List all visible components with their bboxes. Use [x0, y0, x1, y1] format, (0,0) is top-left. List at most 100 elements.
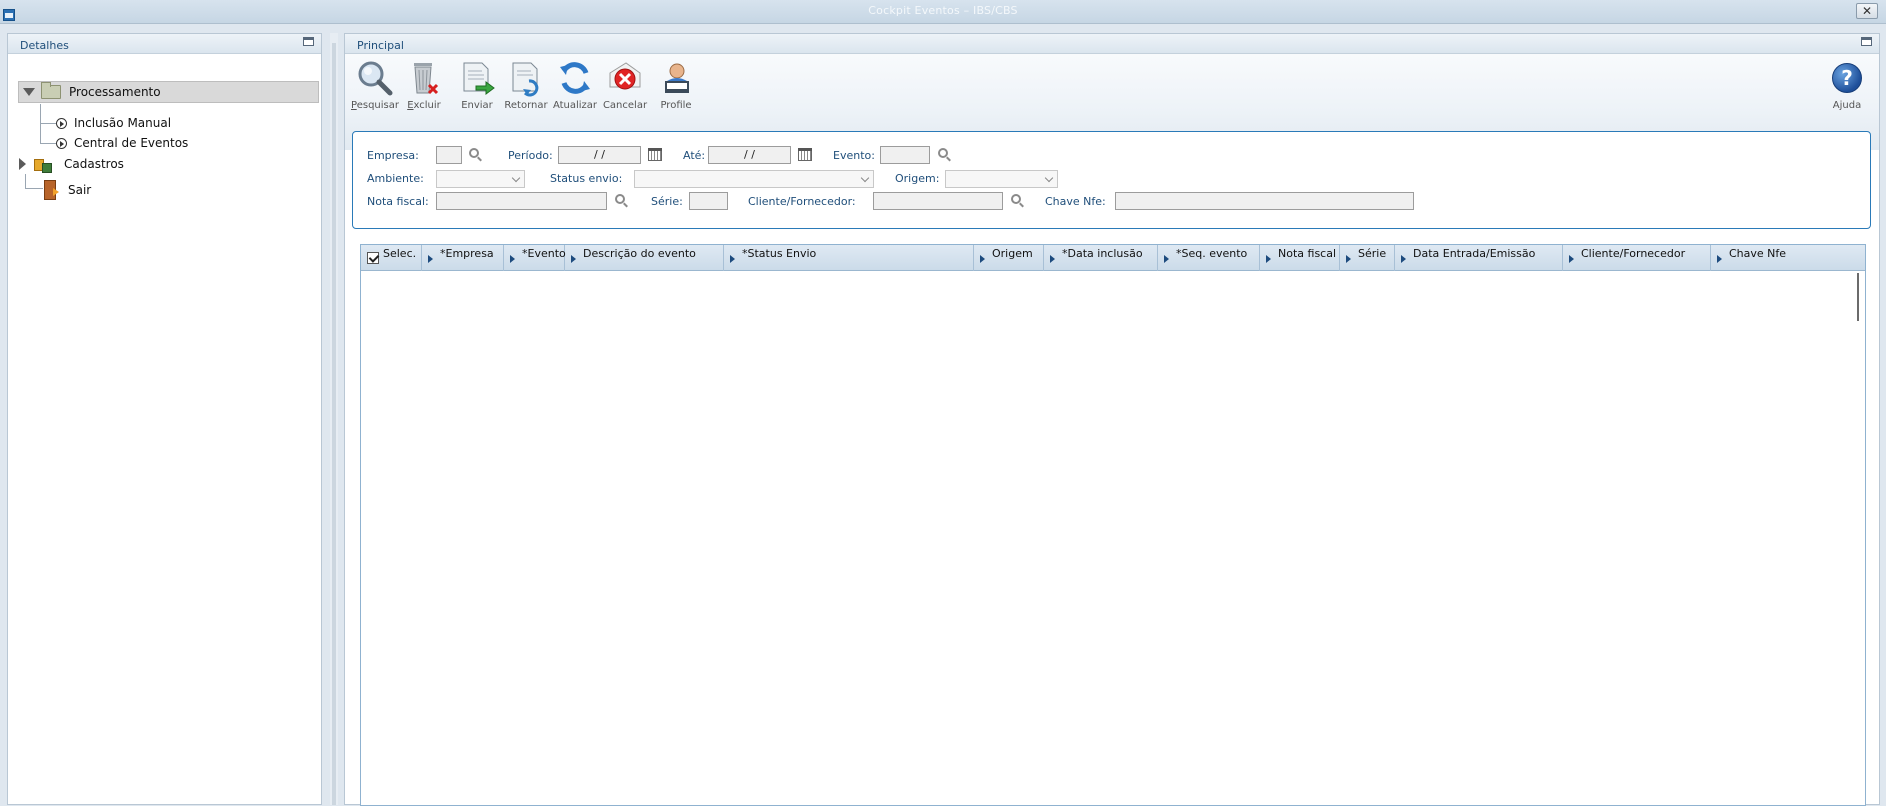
- column-cliente-fornecedor[interactable]: Cliente/Fornecedor: [1563, 245, 1711, 271]
- tree-item-label: Sair: [68, 183, 92, 197]
- return-document-icon: [507, 59, 545, 97]
- evento-input[interactable]: [880, 146, 930, 164]
- enviar-button[interactable]: Enviar: [452, 59, 502, 111]
- column-serie[interactable]: Série: [1340, 245, 1395, 271]
- chevron-down-icon: [511, 173, 521, 183]
- tree-item-label: Inclusão Manual: [74, 116, 172, 130]
- origem-select[interactable]: [945, 170, 1058, 188]
- search-icon[interactable]: [469, 148, 479, 158]
- folder-open-icon: [41, 82, 61, 99]
- ate-input[interactable]: / /: [708, 146, 791, 164]
- column-origem[interactable]: Origem: [974, 245, 1044, 271]
- retornar-button[interactable]: Retornar: [501, 59, 551, 111]
- details-panel: Detalhes Processamento Inclusão Manual C…: [7, 33, 322, 805]
- cliente-fornecedor-input[interactable]: [873, 192, 1003, 210]
- main-panel-title: Principal: [357, 39, 404, 52]
- sort-arrow-icon: [1050, 255, 1055, 263]
- details-panel-header: Detalhes: [8, 34, 321, 54]
- sort-arrow-icon: [428, 255, 433, 263]
- cliente-fornecedor-label: Cliente/Fornecedor:: [748, 195, 856, 208]
- expand-arrow-icon[interactable]: [23, 88, 35, 96]
- tree-item-processamento[interactable]: Processamento: [18, 81, 319, 103]
- events-grid: Selec. *Empresa *Evento Descrição do eve…: [360, 244, 1866, 806]
- tree-item-central-eventos[interactable]: Central de Eventos: [56, 132, 188, 154]
- vertical-scrollbar[interactable]: [1857, 273, 1863, 321]
- tree-item-label: Central de Eventos: [74, 136, 189, 150]
- search-icon: [356, 59, 394, 97]
- panel-splitter[interactable]: [330, 33, 338, 805]
- sort-arrow-icon: [1717, 255, 1722, 263]
- sort-arrow-icon: [1401, 255, 1406, 263]
- pesquisar-button[interactable]: Pesquisar: [350, 59, 400, 111]
- chevron-down-icon: [860, 173, 870, 183]
- exit-door-icon: [42, 180, 60, 200]
- circle-arrow-icon: [56, 117, 67, 129]
- periodo-label: Período:: [508, 149, 553, 162]
- close-button[interactable]: ✕: [1856, 3, 1878, 19]
- column-empresa[interactable]: *Empresa: [422, 245, 504, 271]
- tree-item-label: Processamento: [69, 85, 161, 99]
- window-title: Cockpit Eventos – IBS/CBS: [868, 4, 1018, 17]
- column-evento[interactable]: *Evento: [504, 245, 566, 271]
- column-data-entrada-emissao[interactable]: Data Entrada/Emissão: [1395, 245, 1563, 271]
- column-seq-evento[interactable]: *Seq. evento: [1158, 245, 1260, 271]
- refresh-icon: [556, 59, 594, 97]
- search-icon[interactable]: [938, 148, 948, 158]
- circle-arrow-icon: [56, 137, 67, 149]
- send-document-icon: [458, 59, 496, 97]
- tree-item-sair[interactable]: Sair: [42, 179, 91, 201]
- sort-arrow-icon: [1569, 255, 1574, 263]
- empresa-input[interactable]: [436, 146, 462, 164]
- excluir-button[interactable]: Excluir: [399, 59, 449, 111]
- column-nota-fiscal[interactable]: Nota fiscal: [1260, 245, 1340, 271]
- chave-nfe-input[interactable]: [1115, 192, 1414, 210]
- cancelar-button[interactable]: Cancelar: [600, 59, 650, 111]
- tree-item-cadastros[interactable]: Cadastros: [13, 153, 124, 175]
- ambiente-select[interactable]: [436, 170, 525, 188]
- column-chave-nfe[interactable]: Chave Nfe: [1711, 245, 1855, 271]
- sort-arrow-icon: [510, 255, 515, 263]
- sort-arrow-icon: [1164, 255, 1169, 263]
- select-all-checkbox[interactable]: [367, 252, 379, 264]
- details-panel-title: Detalhes: [20, 39, 69, 52]
- help-icon: ?: [1828, 59, 1866, 97]
- tree-item-inclusao-manual[interactable]: Inclusão Manual: [56, 112, 171, 134]
- periodo-input[interactable]: / /: [558, 146, 641, 164]
- column-selec[interactable]: Selec.: [361, 245, 422, 271]
- empresa-label: Empresa:: [367, 149, 419, 162]
- ajuda-button[interactable]: ? Ajuda: [1822, 59, 1872, 111]
- profile-button[interactable]: Profile: [651, 59, 701, 111]
- user-profile-icon: [657, 59, 695, 97]
- minimize-icon[interactable]: [1861, 37, 1872, 46]
- minimize-icon[interactable]: [303, 37, 314, 46]
- column-data-inclusao[interactable]: *Data inclusão: [1044, 245, 1158, 271]
- search-icon[interactable]: [615, 194, 625, 204]
- nota-fiscal-label: Nota fiscal:: [367, 195, 429, 208]
- sort-arrow-icon: [980, 255, 985, 263]
- grid-header: Selec. *Empresa *Evento Descrição do eve…: [361, 245, 1865, 271]
- chave-nfe-label: Chave Nfe:: [1045, 195, 1106, 208]
- atualizar-button[interactable]: Atualizar: [550, 59, 600, 111]
- main-panel-header: Principal: [345, 34, 1879, 54]
- nota-fiscal-input[interactable]: [436, 192, 607, 210]
- serie-input[interactable]: [689, 192, 728, 210]
- chevron-down-icon: [1044, 173, 1054, 183]
- calendar-icon[interactable]: [648, 148, 662, 161]
- title-bar: Cockpit Eventos – IBS/CBS ✕: [0, 0, 1886, 24]
- status-envio-label: Status envio:: [550, 172, 623, 185]
- search-icon[interactable]: [1011, 194, 1021, 204]
- serie-label: Série:: [651, 195, 683, 208]
- status-envio-select[interactable]: [634, 170, 874, 188]
- trash-delete-icon: [405, 59, 443, 97]
- sort-arrow-icon: [730, 255, 735, 263]
- column-descricao-evento[interactable]: Descrição do evento: [565, 245, 724, 271]
- origem-label: Origem:: [895, 172, 940, 185]
- sort-arrow-icon: [1346, 255, 1351, 263]
- column-status-envio[interactable]: *Status Envio: [724, 245, 974, 271]
- main-panel: Principal Pesquisar Excluir Enviar Retor…: [344, 33, 1880, 806]
- collapse-arrow-icon[interactable]: [19, 158, 26, 170]
- ambiente-label: Ambiente:: [367, 172, 424, 185]
- calendar-icon[interactable]: [798, 148, 812, 161]
- cadastros-icon: [34, 155, 54, 173]
- tree-item-label: Cadastros: [64, 157, 124, 171]
